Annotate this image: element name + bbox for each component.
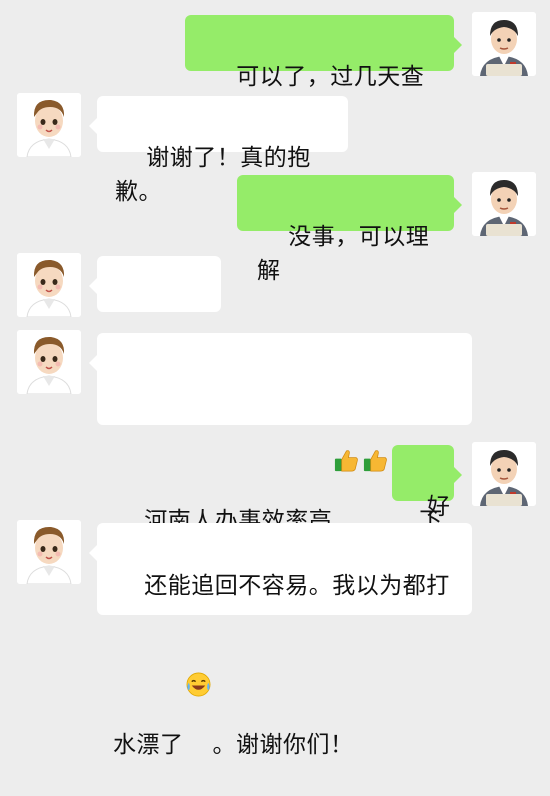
contact-avatar[interactable] bbox=[17, 330, 81, 394]
message-bubble[interactable]: 好 bbox=[392, 445, 462, 520]
thumbs-up-icon bbox=[391, 379, 418, 472]
thumbs-up-icon bbox=[362, 379, 389, 472]
message-text: 没事，可以理解 bbox=[257, 224, 430, 284]
contact-avatar[interactable] bbox=[17, 253, 81, 317]
chat-thread: 可以了，过几天查账 谢谢了！真的抱歉。 bbox=[0, 0, 550, 758]
contact-avatar[interactable] bbox=[17, 520, 81, 584]
self-avatar[interactable] bbox=[472, 172, 536, 236]
message-bubble[interactable]: 可以了，过几天查账 bbox=[185, 15, 462, 124]
self-avatar[interactable] bbox=[472, 442, 536, 506]
young-man-avatar-icon bbox=[17, 520, 81, 584]
message-bubble[interactable]: 河南人办事效率高 下次来河南玩 bbox=[89, 333, 472, 568]
thumbs-up-icon bbox=[144, 302, 171, 395]
message-bubble[interactable]: 谢谢了！真的抱歉。 bbox=[89, 96, 348, 205]
police-officer-avatar-icon bbox=[472, 172, 536, 236]
message-text-before: 还能追回不容易。我以为都打水漂了 bbox=[113, 573, 450, 758]
thumbs-up-icon bbox=[333, 379, 360, 472]
message-bubble[interactable]: 还能追回不容易。我以为都打水漂了 。谢谢你们！ bbox=[89, 523, 472, 758]
young-man-avatar-icon bbox=[17, 253, 81, 317]
thumbs-up-icon bbox=[173, 302, 200, 395]
police-officer-avatar-icon bbox=[472, 442, 536, 506]
contact-avatar[interactable] bbox=[17, 93, 81, 157]
laugh-cry-icon bbox=[185, 603, 212, 697]
message-bubble[interactable]: 没事，可以理解 bbox=[237, 175, 462, 284]
young-man-avatar-icon bbox=[17, 93, 81, 157]
police-officer-avatar-icon bbox=[472, 12, 536, 76]
message-text: 好 bbox=[426, 494, 451, 520]
message-text-after: 。谢谢你们！ bbox=[212, 732, 354, 758]
self-avatar[interactable] bbox=[472, 12, 536, 76]
message-bubble[interactable] bbox=[89, 256, 221, 554]
young-man-avatar-icon bbox=[17, 330, 81, 394]
